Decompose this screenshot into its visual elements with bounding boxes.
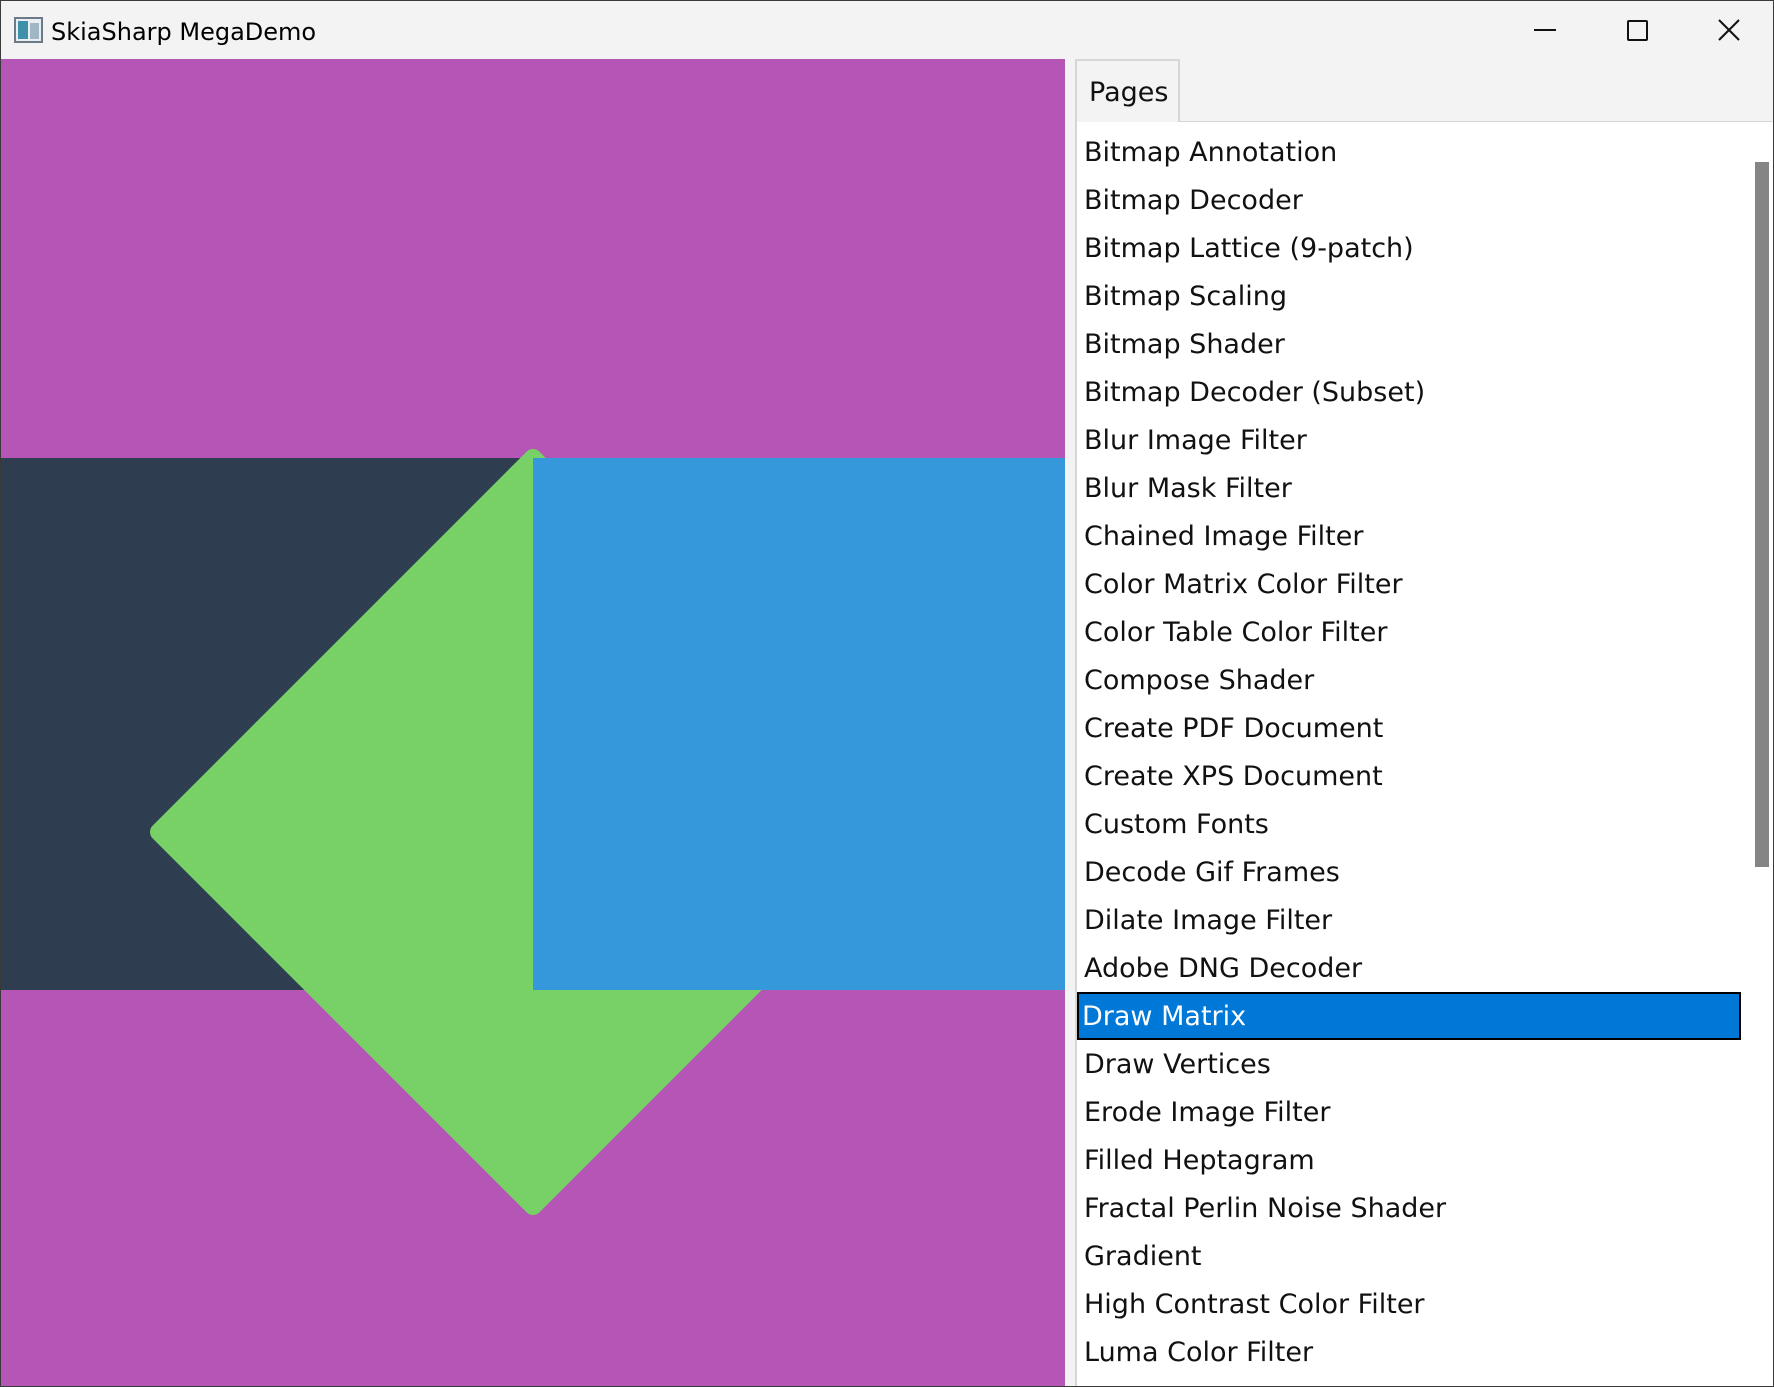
close-button[interactable] — [1683, 1, 1773, 59]
list-item[interactable]: Custom Fonts — [1077, 800, 1741, 848]
list-item[interactable]: Blur Mask Filter — [1077, 464, 1741, 512]
list-item[interactable]: Dilate Image Filter — [1077, 896, 1741, 944]
list-item[interactable]: Compose Shader — [1077, 656, 1741, 704]
list-item[interactable]: Create PDF Document — [1077, 704, 1741, 752]
list-item[interactable]: Draw Vertices — [1077, 1040, 1741, 1088]
list-item[interactable]: Bitmap Scaling — [1077, 272, 1741, 320]
minimize-icon — [1534, 29, 1556, 31]
tab-pages[interactable]: Pages — [1075, 59, 1180, 122]
list-item[interactable]: Bitmap Shader — [1077, 320, 1741, 368]
list-item[interactable]: Filled Heptagram — [1077, 1136, 1741, 1184]
list-item[interactable]: Gradient — [1077, 1232, 1741, 1280]
list-item-selected[interactable]: Draw Matrix — [1077, 992, 1741, 1040]
app-window: SkiaSharp MegaDemo Pages Bitmap Annotati… — [0, 0, 1774, 1387]
list-item[interactable]: Adobe DNG Decoder — [1077, 944, 1741, 992]
blue-square — [533, 458, 1065, 990]
list-item[interactable]: Luma Color Filter — [1077, 1328, 1741, 1376]
list-item[interactable]: Bitmap Decoder (Subset) — [1077, 368, 1741, 416]
list-item[interactable]: Color Matrix Color Filter — [1077, 560, 1741, 608]
app-icon — [14, 17, 43, 43]
pages-list: Bitmap Annotation Bitmap Decoder Bitmap La… — [1077, 128, 1741, 1376]
tab-pages-label: Pages — [1089, 77, 1169, 108]
maximize-button[interactable] — [1591, 1, 1683, 59]
list-item[interactable]: Fractal Perlin Noise Shader — [1077, 1184, 1741, 1232]
list-item[interactable]: High Contrast Color Filter — [1077, 1280, 1741, 1328]
close-icon — [1718, 19, 1740, 41]
list-item[interactable]: Color Table Color Filter — [1077, 608, 1741, 656]
list-item[interactable]: Blur Image Filter — [1077, 416, 1741, 464]
scrollbar-thumb[interactable] — [1755, 162, 1769, 867]
window-title: SkiaSharp MegaDemo — [51, 18, 317, 46]
pages-panel: Pages Bitmap Annotation Bitmap Decoder Bit… — [1065, 59, 1773, 1386]
list-item[interactable]: Bitmap Annotation — [1077, 128, 1741, 176]
pages-listbox[interactable]: Bitmap Annotation Bitmap Decoder Bitmap La… — [1075, 122, 1773, 1386]
vertical-scrollbar[interactable] — [1749, 122, 1773, 1386]
list-item[interactable]: Erode Image Filter — [1077, 1088, 1741, 1136]
skia-canvas[interactable] — [1, 59, 1065, 1386]
list-item[interactable]: Bitmap Decoder — [1077, 176, 1741, 224]
title-bar[interactable]: SkiaSharp MegaDemo — [1, 1, 1773, 59]
canvas-drawing — [1, 59, 1065, 1386]
list-item[interactable]: Decode Gif Frames — [1077, 848, 1741, 896]
maximize-icon — [1626, 19, 1648, 41]
list-item[interactable]: Bitmap Lattice (9-patch) — [1077, 224, 1741, 272]
list-item[interactable]: Create XPS Document — [1077, 752, 1741, 800]
minimize-button[interactable] — [1499, 1, 1591, 59]
list-item[interactable]: Chained Image Filter — [1077, 512, 1741, 560]
